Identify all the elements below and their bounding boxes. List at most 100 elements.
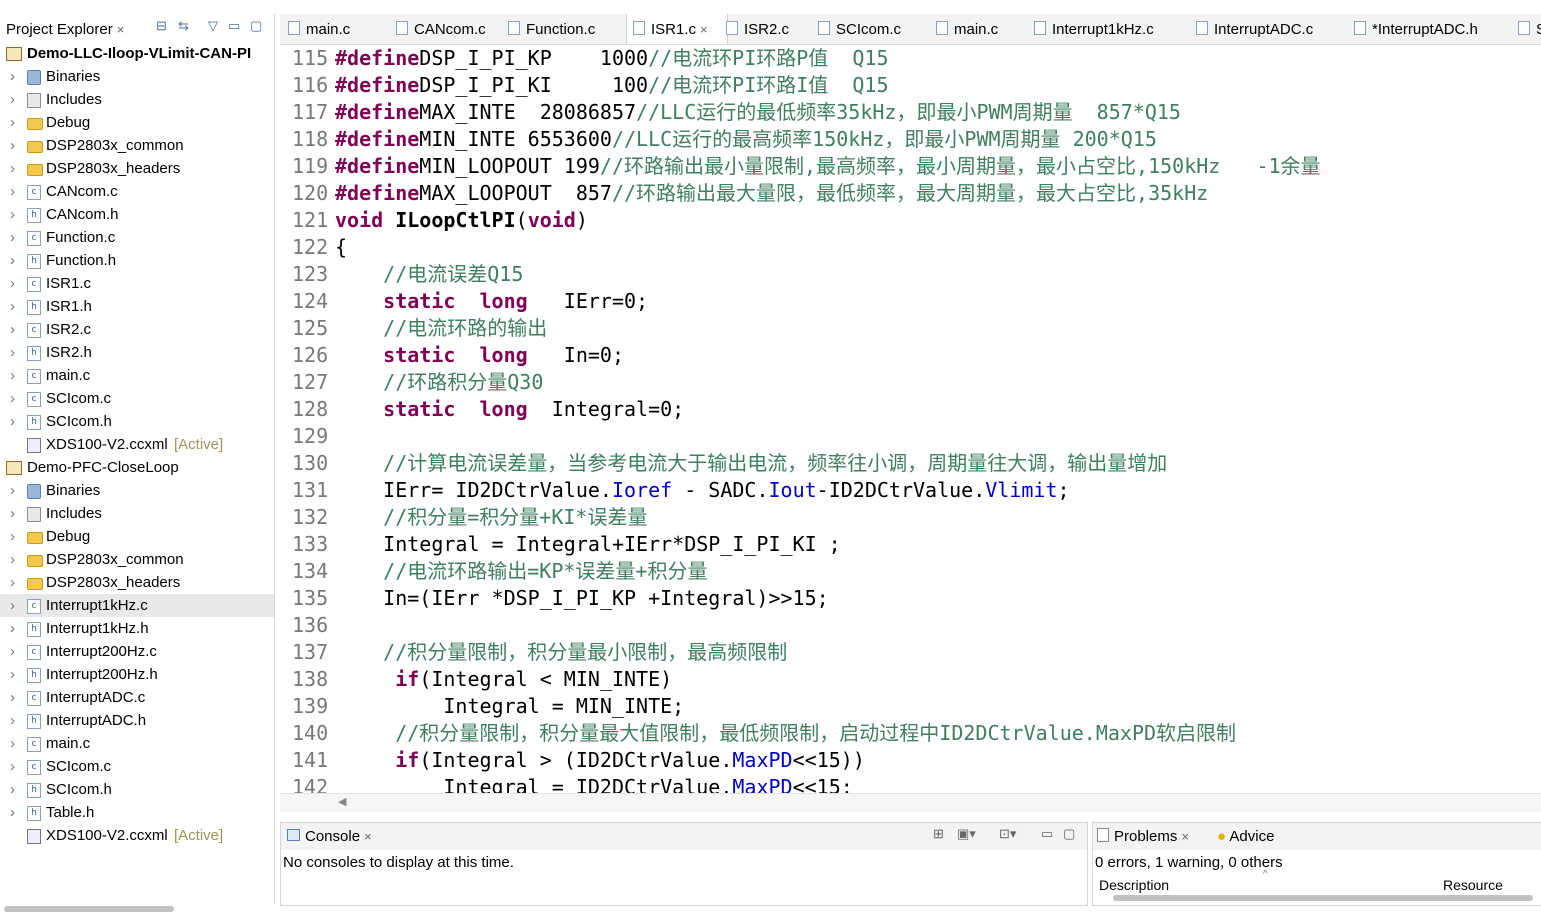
expand-arrow-icon[interactable]: › [10, 548, 15, 571]
tree-item[interactable]: › DSP2803x_headers [0, 157, 274, 180]
expand-arrow-icon[interactable]: › [10, 341, 15, 364]
column-header-description[interactable]: Description [1099, 877, 1169, 893]
tree-item[interactable]: › DSP2803x_common [0, 548, 274, 571]
minimize-icon[interactable]: ▭ [228, 18, 240, 34]
problems-horizontal-scrollbar[interactable] [1113, 895, 1533, 901]
tree-item[interactable]: › h CANcom.h [0, 203, 274, 226]
tree-item[interactable]: › c SCIcom.c [0, 755, 274, 778]
minimize-icon[interactable]: ▭ [1041, 826, 1053, 842]
expand-arrow-icon[interactable]: › [10, 272, 15, 295]
tree-item[interactable]: › h Interrupt1kHz.h [0, 617, 274, 640]
pin-console-icon[interactable]: ⊞ [933, 826, 944, 842]
expand-arrow-icon[interactable]: › [10, 88, 15, 111]
maximize-icon[interactable]: ▢ [250, 18, 262, 34]
tree-item[interactable]: › c Interrupt200Hz.c [0, 640, 274, 663]
editor-tab[interactable]: SCIcom.c [812, 14, 932, 44]
open-console-icon[interactable]: ⊡▾ [999, 826, 1016, 842]
tree-item[interactable]: › c main.c [0, 364, 274, 387]
expand-arrow-icon[interactable]: › [10, 571, 15, 594]
collapse-all-icon[interactable]: ⊟ [156, 18, 167, 34]
expand-arrow-icon[interactable]: › [10, 755, 15, 778]
tree-item[interactable]: › h SCIcom.h [0, 778, 274, 801]
project-node[interactable]: Demo-PFC-CloseLoop [0, 456, 274, 479]
tree-item[interactable]: › c InterruptADC.c [0, 686, 274, 709]
close-icon[interactable]: × [117, 22, 125, 37]
expand-arrow-icon[interactable]: › [10, 226, 15, 249]
display-console-icon[interactable]: ▣▾ [957, 826, 976, 842]
editor-tab[interactable]: ISR2.c [720, 14, 814, 44]
tree-item[interactable]: › c main.c [0, 732, 274, 755]
expand-arrow-icon[interactable]: › [10, 65, 15, 88]
expand-arrow-icon[interactable]: › [10, 203, 15, 226]
expand-arrow-icon[interactable]: › [10, 640, 15, 663]
column-header-resource[interactable]: Resource [1443, 877, 1503, 893]
tree-item[interactable]: › c Interrupt1kHz.c [0, 594, 274, 617]
editor-tab[interactable]: *InterruptADC.h [1348, 14, 1514, 44]
tree-item[interactable]: › h Interrupt200Hz.h [0, 663, 274, 686]
problems-tab[interactable]: Problems × [1097, 828, 1189, 845]
expand-arrow-icon[interactable]: › [10, 732, 15, 755]
tree-item[interactable]: XDS100-V2.ccxml [Active] [0, 433, 274, 456]
explorer-horizontal-scrollbar[interactable] [4, 906, 174, 912]
tree-item[interactable]: › h Function.h [0, 249, 274, 272]
close-icon[interactable]: × [1181, 829, 1189, 844]
editor-tab[interactable]: Interrupt1kHz.c [1028, 14, 1192, 44]
tree-item[interactable]: › c ISR1.c [0, 272, 274, 295]
expand-arrow-icon[interactable]: › [10, 663, 15, 686]
expand-arrow-icon[interactable]: › [10, 778, 15, 801]
close-icon[interactable]: × [364, 829, 372, 844]
expand-arrow-icon[interactable]: › [10, 318, 15, 341]
expand-arrow-icon[interactable]: › [10, 157, 15, 180]
tree-item[interactable]: › h ISR1.h [0, 295, 274, 318]
editor-tab[interactable]: Function.c [502, 14, 628, 44]
expand-arrow-icon[interactable]: › [10, 134, 15, 157]
tree-item[interactable]: XDS100-V2.ccxml [Active] [0, 824, 274, 847]
link-with-editor-icon[interactable]: ⇆ [178, 18, 189, 34]
expand-arrow-icon[interactable]: › [10, 249, 15, 272]
tree-item[interactable]: › h SCIcom.h [0, 410, 274, 433]
tree-item[interactable]: › c Function.c [0, 226, 274, 249]
expand-arrow-icon[interactable]: › [10, 479, 15, 502]
expand-arrow-icon[interactable]: › [10, 617, 15, 640]
expand-arrow-icon[interactable]: › [10, 594, 15, 617]
tree-item[interactable]: › c ISR2.c [0, 318, 274, 341]
close-icon[interactable]: × [700, 22, 708, 37]
tree-item[interactable]: › Includes [0, 502, 274, 525]
console-tab[interactable]: Console × [287, 828, 372, 845]
tree-item[interactable]: › h ISR2.h [0, 341, 274, 364]
tree-item[interactable]: › Debug [0, 525, 274, 548]
project-node[interactable]: Demo-LLC-Iloop-VLimit-CAN-PI [0, 42, 274, 65]
tree-item[interactable]: › DSP2803x_common [0, 134, 274, 157]
tree-item[interactable]: › Debug [0, 111, 274, 134]
expand-arrow-icon[interactable]: › [10, 295, 15, 318]
expand-arrow-icon[interactable]: › [10, 111, 15, 134]
editor-tab[interactable]: S [1512, 14, 1541, 44]
maximize-icon[interactable]: ▢ [1063, 826, 1075, 842]
expand-arrow-icon[interactable]: › [10, 387, 15, 410]
tree-item[interactable]: › c SCIcom.c [0, 387, 274, 410]
tree-item[interactable]: › h Table.h [0, 801, 274, 824]
tree-item[interactable]: › Binaries [0, 65, 274, 88]
expand-arrow-icon[interactable]: › [10, 502, 15, 525]
tree-item[interactable]: › DSP2803x_headers [0, 571, 274, 594]
tree-item[interactable]: › c CANcom.c [0, 180, 274, 203]
scroll-left-icon[interactable]: ◀ [338, 795, 346, 808]
editor-horizontal-scrollbar[interactable]: ◀ [280, 793, 1541, 812]
expand-arrow-icon[interactable]: › [10, 686, 15, 709]
advice-tab[interactable]: ● Advice [1217, 828, 1274, 845]
view-menu-icon[interactable]: ▽ [208, 18, 218, 34]
tree-item[interactable]: › h InterruptADC.h [0, 709, 274, 732]
code-editor[interactable]: 115 #defineDSP_I_PI_KP 1000//电流环PI环路P值 Q1… [280, 45, 1541, 793]
expand-arrow-icon[interactable]: › [10, 364, 15, 387]
expand-arrow-icon[interactable]: › [10, 180, 15, 203]
expand-arrow-icon[interactable]: › [10, 410, 15, 433]
tree-item[interactable]: › Binaries [0, 479, 274, 502]
expand-arrow-icon[interactable]: › [10, 525, 15, 548]
editor-tab[interactable]: main.c [930, 14, 1030, 44]
editor-tab[interactable]: InterruptADC.c [1190, 14, 1350, 44]
project-explorer-tab[interactable]: Project Explorer × [6, 21, 124, 38]
editor-tab[interactable]: ISR1.c × [626, 14, 728, 44]
expand-arrow-icon[interactable]: › [10, 801, 15, 824]
tree-item[interactable]: › Includes [0, 88, 274, 111]
editor-tab[interactable]: main.c [282, 14, 392, 44]
